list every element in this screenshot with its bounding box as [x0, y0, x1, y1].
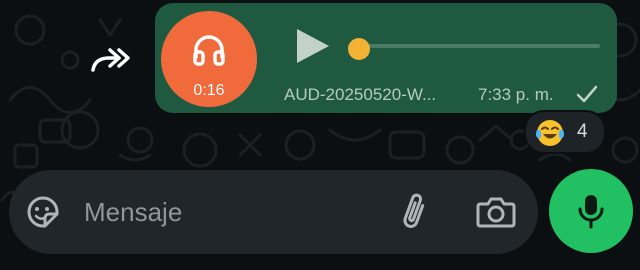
voice-record-button[interactable] [549, 169, 633, 253]
headphones-icon [193, 35, 225, 66]
paperclip-icon[interactable] [396, 191, 432, 233]
reaction-count: 4 [577, 121, 588, 142]
forward-icon[interactable] [88, 44, 132, 74]
voice-message-bubble[interactable]: 0:16 AUD-20250520-W... 7:33 p. m. [155, 3, 617, 113]
audio-file-name: AUD-20250520-W... [284, 85, 437, 104]
tears-of-joy-emoji-icon [535, 120, 565, 146]
message-timestamp: 7:33 p. m. [478, 85, 554, 104]
sticker-icon[interactable] [25, 194, 61, 230]
audio-seek-bar[interactable] [348, 38, 600, 60]
reaction-badge[interactable]: 4 [524, 110, 606, 154]
camera-icon[interactable] [476, 194, 516, 230]
play-button[interactable] [291, 25, 333, 67]
seek-thumb[interactable] [348, 38, 370, 60]
seek-track [348, 44, 600, 48]
play-icon [297, 29, 329, 63]
audio-duration: 0:16 [193, 82, 225, 99]
microphone-icon [578, 195, 604, 229]
message-input[interactable] [84, 196, 384, 228]
check-icon [576, 85, 598, 103]
audio-avatar: 0:16 [161, 11, 257, 107]
message-composer [9, 170, 538, 254]
